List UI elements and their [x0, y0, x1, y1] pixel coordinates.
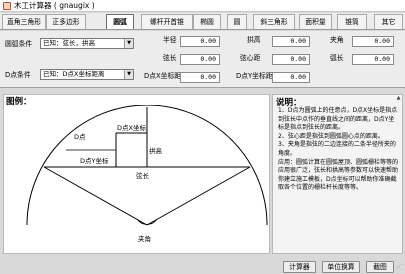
tab-area[interactable]: 面积量	[299, 14, 332, 29]
app-icon	[3, 2, 11, 10]
condition-select-value: 已知：弦长，拱高	[43, 39, 95, 47]
chevron-down-icon[interactable]: ▼	[124, 70, 133, 79]
tab-ellipse[interactable]: 椭圆	[193, 14, 221, 29]
radius-line-right	[146, 166, 251, 226]
unit-convert-button[interactable]: 单位换算	[322, 261, 360, 273]
tab-screw-taper[interactable]: 螺杆开首锥	[141, 14, 193, 29]
dy-field[interactable]: 0.00	[272, 72, 310, 83]
dy-label: D点Y坐标距	[236, 72, 273, 80]
d-y-label: D点Y坐标	[80, 156, 109, 165]
arc-length-field[interactable]: 0.00	[352, 54, 394, 65]
input-panel: 圆弧条件 已知：弦长，拱高 ▼ D点条件 已知：D点X坐标距离 ▼ 半径 0.0…	[0, 31, 405, 87]
chevron-down-icon[interactable]: ▼	[124, 39, 133, 48]
d-point-label: D点	[74, 133, 86, 141]
chord-center-field[interactable]: 0.00	[272, 54, 310, 65]
tab-oblique-triangle[interactable]: 斜三角形	[253, 14, 295, 29]
screenshot-button[interactable]: 截图	[366, 261, 394, 273]
resize-grip-icon[interactable]: ⋰	[396, 262, 405, 272]
tab-bar: 直角三角形 正多边形 圆弧 螺杆开首锥 椭圆 圆 斜三角形 面积量 锥筒 其它	[0, 13, 405, 30]
chord-center-label: 弦心距	[240, 54, 261, 62]
tab-right-triangle[interactable]: 直角三角形	[2, 14, 46, 29]
chord-label: 弦长	[163, 54, 177, 62]
d-x-label: D点X坐标	[117, 123, 146, 132]
tab-regular-polygon[interactable]: 正多边形	[46, 14, 86, 29]
tab-cone[interactable]: 锥筒	[337, 14, 367, 29]
dx-field[interactable]: 0.00	[180, 72, 220, 83]
arch-height-label: 拱高	[247, 36, 261, 44]
notes-text: 1、D点为圆弧上的任意点，D点X坐标是指点到弦长中点作的垂直线之间的距离，D点Y…	[278, 107, 399, 192]
radius-field[interactable]: 0.00	[180, 36, 220, 47]
arch-height-field[interactable]: 0.00	[272, 36, 310, 47]
condition-label: 圆弧条件	[5, 40, 33, 48]
angle-label: 夹角	[330, 36, 344, 44]
title-bar: 木工计算器 ( gnaugix )	[0, 0, 405, 12]
radius-line-left	[43, 166, 148, 226]
scroll-up-icon[interactable]: ▲	[395, 95, 402, 102]
angle-field[interactable]: 0.00	[352, 36, 394, 47]
chord-field[interactable]: 0.00	[180, 54, 220, 65]
condition-select[interactable]: 已知：弦长，拱高 ▼	[40, 38, 134, 49]
angle-arc	[136, 218, 158, 225]
arc-length-label: 弧长	[330, 54, 344, 62]
radius-label: 半径	[163, 36, 177, 44]
dx-label: D点X坐标距	[144, 72, 182, 80]
angle-label-fig: 夹角	[138, 234, 151, 243]
arch-label: 拱高	[149, 146, 163, 155]
tab-circle[interactable]: 圆	[227, 14, 247, 29]
chord-label-fig: 弦长	[136, 171, 150, 180]
d-condition-label: D点条件	[5, 71, 31, 79]
d-condition-select-value: 已知：D点X坐标距离	[43, 70, 105, 78]
calculator-button[interactable]: 计算器	[283, 261, 316, 273]
window-title: 木工计算器 ( gnaugix )	[14, 1, 95, 10]
separator	[0, 87, 405, 88]
tab-arc[interactable]: 圆弧	[106, 14, 134, 29]
tab-other[interactable]: 其它	[374, 14, 403, 29]
arc-diagram: D点 D点X坐标 D点Y坐标 拱高 弦长 夹角	[26, 105, 268, 243]
d-condition-select[interactable]: 已知：D点X坐标距离 ▼	[40, 69, 134, 80]
